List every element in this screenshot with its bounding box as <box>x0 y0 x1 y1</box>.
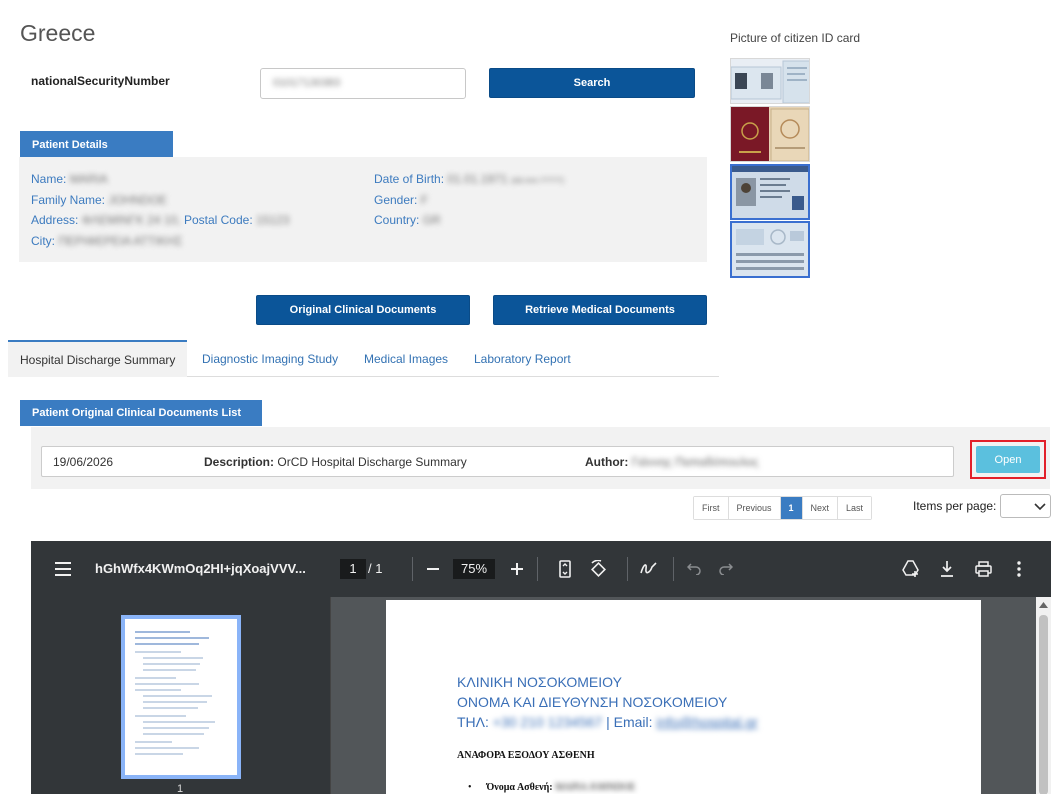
tab-hospital-discharge-summary[interactable]: Hospital Discharge Summary <box>8 340 188 377</box>
country-label: Country: <box>374 213 420 227</box>
gender-label: Gender: <box>374 192 418 207</box>
thumbnail-page-number: 1 <box>177 783 184 794</box>
items-per-page-label: Items per page: <box>913 499 997 513</box>
page-last[interactable]: Last <box>838 497 872 519</box>
doc-author: Γιάννης Παπαδόπουλος <box>631 455 759 469</box>
hospital-clinic: ΚΛΙΝΙΚΗ ΝΟΣΟΚΟΜΕΙΟΥ <box>457 674 622 690</box>
pdf-page-thumbnail[interactable] <box>121 615 241 779</box>
page-total: / 1 <box>368 561 383 576</box>
pdf-toolbar: hGhWfx4KWmOq2HI+jqXoajVVV... 1 / 1 75% <box>31 541 1051 597</box>
fit-page-icon[interactable] <box>559 560 571 578</box>
pdf-filename: hGhWfx4KWmOq2HI+jqXoajVVV... <box>95 561 306 576</box>
scroll-up-icon[interactable] <box>1039 601 1048 608</box>
download-icon[interactable] <box>940 560 954 577</box>
table-row: 19/06/2026 Description: OrCD Hospital Di… <box>41 446 954 477</box>
document-type-tabs: Hospital Discharge Summary Diagnostic Im… <box>8 340 719 377</box>
doc-desc-label: Description: <box>204 455 275 469</box>
rotate-icon[interactable] <box>589 560 607 578</box>
address-label: Address: <box>31 213 79 227</box>
add-to-drive-icon[interactable] <box>902 560 920 578</box>
postal-value: 15123 <box>256 213 290 227</box>
patient-name-value: ΜΑΡΙΑ JOHNDOE <box>555 782 636 793</box>
family-value: JOHNDOE <box>108 192 168 207</box>
doc-author-label: Author: <box>585 455 629 469</box>
gender-value: F <box>420 192 429 207</box>
page-previous[interactable]: Previous <box>728 497 781 519</box>
retrieve-medical-documents-button[interactable]: Retrieve Medical Documents <box>493 295 707 325</box>
doc-description: OrCD Hospital Discharge Summary <box>277 455 467 469</box>
phone-label: ΤΗΛ: <box>457 714 489 730</box>
name-label: Name: <box>31 172 67 186</box>
toolbar-divider <box>673 557 674 581</box>
doc-date: 19/06/2026 <box>53 455 114 469</box>
city-label: City: <box>31 233 55 248</box>
toolbar-divider <box>627 557 628 581</box>
toolbar-divider <box>537 557 538 581</box>
patient-name-line: • Όνομα Ασθενή: ΜΑΡΙΑ JOHNDOE <box>468 782 636 793</box>
pdf-scrollbar[interactable] <box>1036 597 1051 794</box>
id-card-image-4 <box>730 221 810 278</box>
dob-value: 01.01.1971 <box>447 172 508 186</box>
nsn-label: nationalSecurityNumber <box>31 74 170 88</box>
open-button-highlight: Open <box>970 440 1046 479</box>
family-label: Family Name: <box>31 192 106 207</box>
country-value: GR <box>422 213 441 227</box>
page-first[interactable]: First <box>694 497 729 519</box>
id-card-image-2 <box>730 106 810 162</box>
annotate-icon[interactable] <box>640 561 658 577</box>
id-card-image-3 <box>730 164 810 220</box>
postal-label: Postal Code: <box>183 213 253 227</box>
hospital-name-address: ΟΝΟΜΑ ΚΑΙ ΔΙΕΥΘΥΝΣΗ ΝΟΣΟΚΟΜΕΙΟΥ <box>457 694 728 710</box>
report-title: ΑΝΑΦΟΡΑ ΕΞΟΔΟΥ ΑΣΘΕΝΗ <box>457 750 595 761</box>
toolbar-divider <box>412 557 413 581</box>
items-per-page-select[interactable] <box>1000 494 1051 518</box>
print-icon[interactable] <box>975 561 992 577</box>
page-current[interactable]: 1 <box>780 497 803 519</box>
open-button[interactable]: Open <box>976 446 1040 473</box>
page-title: Greece <box>20 20 96 46</box>
zoom-in-icon[interactable] <box>511 563 523 575</box>
tab-laboratory-report[interactable]: Laboratory Report <box>474 340 571 377</box>
original-documents-list-tab: Patient Original Clinical Documents List <box>20 400 262 426</box>
patient-details-panel: Name: MARIA Family Name: JOHNDOE Address… <box>19 157 707 262</box>
pdf-viewer: hGhWfx4KWmOq2HI+jqXoajVVV... 1 / 1 75% 1 <box>31 541 1051 794</box>
hospital-header: ΚΛΙΝΙΚΗ ΝΟΣΟΚΟΜΕΙΟΥ ΟΝΟΜΑ ΚΑΙ ΔΙΕΥΘΥΝΣΗ … <box>457 672 758 732</box>
pdf-page: ΚΛΙΝΙΚΗ ΝΟΣΟΚΟΜΕΙΟΥ ΟΝΟΜΑ ΚΑΙ ΔΙΕΥΘΥΝΣΗ … <box>386 600 981 794</box>
id-card-label: Picture of citizen ID card <box>730 31 861 45</box>
zoom-input[interactable]: 75% <box>453 559 495 579</box>
patient-details-right: Date of Birth: 01.01.1971 (dd.mm.YYYY) G… <box>374 171 564 233</box>
name-value: MARIA <box>69 172 108 186</box>
address-value: ΦΛΕΜΙΝΓΚ 24 10, <box>81 213 181 227</box>
patient-details-left: Name: MARIA Family Name: JOHNDOE Address… <box>31 171 289 253</box>
email-label: | Email: <box>606 714 653 730</box>
more-options-icon[interactable] <box>1017 561 1021 577</box>
pdf-thumbnail-sidebar: 1 <box>31 597 331 794</box>
page-next[interactable]: Next <box>802 497 839 519</box>
email-value: info@hospital.gr <box>656 714 758 730</box>
dob-label: Date of Birth: <box>374 172 445 186</box>
nsn-input[interactable]: 01017130383 <box>260 68 466 99</box>
tab-diagnostic-imaging-study[interactable]: Diagnostic Imaging Study <box>202 340 338 377</box>
search-button[interactable]: Search <box>489 68 695 98</box>
undo-icon[interactable] <box>687 563 701 575</box>
pagination: First Previous 1 Next Last <box>693 496 873 520</box>
menu-icon[interactable] <box>55 562 71 576</box>
id-card-image-1 <box>730 58 810 104</box>
nsn-value: 01017130383 <box>273 77 341 89</box>
original-clinical-documents-button[interactable]: Original Clinical Documents <box>256 295 470 325</box>
redo-icon[interactable] <box>719 563 733 575</box>
dob-format: (dd.mm.YYYY) <box>510 176 565 185</box>
city-value: ΠΕΡΙΦΕΡΕΙΑ ΑΤΤΙΚΗΣ <box>58 233 183 248</box>
phone-value: +30 210 1234567 <box>492 714 603 730</box>
zoom-out-icon[interactable] <box>427 568 439 570</box>
patient-name-label: Όνομα Ασθενή: <box>486 782 553 793</box>
documents-list-panel: 19/06/2026 Description: OrCD Hospital Di… <box>31 427 1050 489</box>
scrollbar-thumb[interactable] <box>1039 615 1048 794</box>
page-number-input[interactable]: 1 <box>340 559 366 579</box>
tab-medical-images[interactable]: Medical Images <box>364 340 448 377</box>
patient-details-tab: Patient Details <box>20 131 173 158</box>
chevron-down-icon <box>1034 503 1046 511</box>
